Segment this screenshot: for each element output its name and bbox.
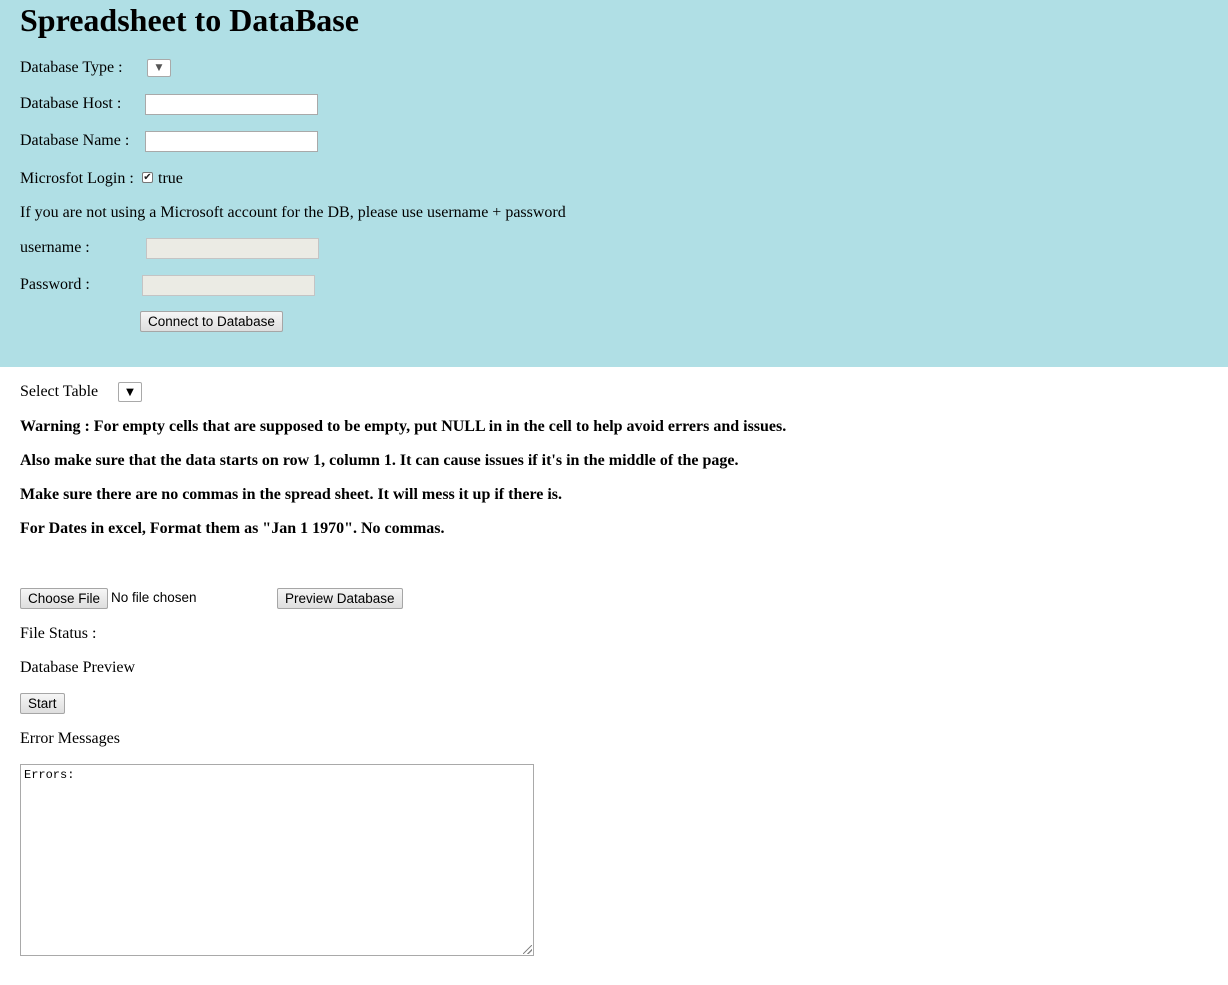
db-name-input[interactable] [145,131,318,152]
db-host-input[interactable] [145,94,318,115]
connect-button[interactable]: Connect to Database [140,311,283,332]
db-host-label: Database Host : [20,95,122,112]
database-preview-label: Database Preview [20,659,136,676]
password-label: Password : [20,276,90,293]
ms-account-note: If you are not using a Microsoft account… [20,204,566,221]
select-table-label: Select Table [20,383,99,400]
page-title: Spreadsheet to DataBase [20,2,359,38]
warning-empty-cells: Warning : For empty cells that are suppo… [20,418,787,435]
db-type-label: Database Type : [20,59,123,76]
file-status-label: File Status : [20,625,97,642]
username-label: username : [20,239,90,256]
db-type-select[interactable]: ▼ [147,59,171,77]
ms-login-value: true [158,170,183,187]
ms-login-checkbox[interactable]: ✔ [142,172,153,183]
username-input[interactable] [146,238,319,259]
preview-database-button[interactable]: Preview Database [277,588,403,609]
chevron-down-icon: ▼ [126,386,134,398]
ms-login-label: Microsfot Login : [20,170,134,187]
warning-date-format: For Dates in excel, Format them as "Jan … [20,520,445,537]
error-messages-label: Error Messages [20,730,120,747]
check-icon: ✔ [143,172,152,183]
file-chosen-text: No file chosen [111,590,197,605]
errors-textarea[interactable]: Errors: [20,764,534,956]
resize-grip-icon[interactable] [523,945,532,954]
chevron-down-icon: ▼ [155,63,163,73]
start-button[interactable]: Start [20,693,65,714]
errors-textarea-text: Errors: [24,768,75,782]
warning-no-commas: Make sure there are no commas in the spr… [20,486,563,503]
table-select[interactable]: ▼ [118,382,142,402]
warning-data-start: Also make sure that the data starts on r… [20,452,739,469]
db-name-label: Database Name : [20,132,130,149]
password-input[interactable] [142,275,315,296]
choose-file-button[interactable]: Choose File [20,588,109,609]
